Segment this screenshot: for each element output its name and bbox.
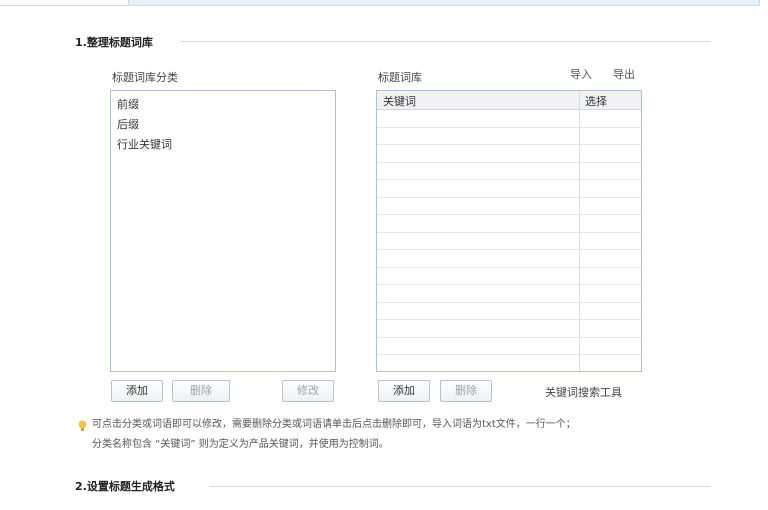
column-header-select[interactable]: 选择: [585, 93, 607, 109]
list-item[interactable]: 前缀: [111, 95, 335, 115]
table-row[interactable]: [377, 161, 641, 163]
tab-active[interactable]: [128, 0, 760, 6]
tab-inactive[interactable]: [0, 0, 128, 6]
table-row[interactable]: [377, 231, 641, 233]
table-row[interactable]: [377, 372, 641, 373]
table-row[interactable]: [377, 319, 641, 320]
section-2-divider: [210, 486, 710, 487]
table-row[interactable]: [377, 126, 641, 128]
keyword-search-tool-link[interactable]: 关键词搜索工具: [545, 384, 622, 400]
category-delete-button[interactable]: 删除: [172, 380, 230, 402]
column-header-keyword[interactable]: 关键词: [383, 93, 416, 109]
section-1-title: 1.整理标题词库: [75, 36, 153, 49]
table-row[interactable]: [377, 249, 641, 250]
category-edit-button[interactable]: 修改: [282, 380, 334, 402]
table-row[interactable]: [377, 144, 641, 145]
keyword-add-button[interactable]: 添加: [378, 380, 430, 402]
category-listbox[interactable]: 前缀 后缀 行业关键词: [110, 90, 336, 372]
grid-header: 关键词 选择: [377, 91, 641, 110]
list-item[interactable]: 后缀: [111, 115, 335, 135]
table-row[interactable]: [377, 301, 641, 303]
table-row[interactable]: [377, 284, 641, 285]
top-tab-strip: [0, 0, 768, 8]
export-link[interactable]: 导出: [613, 66, 635, 82]
lightbulb-icon: [78, 420, 87, 431]
table-row[interactable]: [377, 214, 641, 215]
section-2-title: 2.设置标题生成格式: [75, 480, 175, 493]
table-row[interactable]: [377, 336, 641, 338]
category-list-label: 标题词库分类: [112, 71, 178, 84]
hint-text-line-1: 可点击分类或词语即可以修改，需要删除分类或词语请单击后点击删除即可，导入词语为t…: [92, 419, 576, 430]
keyword-delete-button[interactable]: 删除: [440, 380, 492, 402]
keyword-grid-label: 标题词库: [378, 71, 422, 84]
table-row[interactable]: [377, 266, 641, 268]
table-row[interactable]: [377, 196, 641, 198]
category-add-button[interactable]: 添加: [111, 380, 163, 402]
keyword-grid[interactable]: 关键词 选择: [376, 90, 642, 372]
import-link[interactable]: 导入: [570, 66, 592, 82]
table-row[interactable]: [377, 354, 641, 355]
section-1-divider: [180, 41, 710, 42]
table-row[interactable]: [377, 179, 641, 180]
hint-text-line-2: 分类名称包含 “关键词” 则为定义为产品关键词，并使用为控制词。: [92, 439, 389, 450]
list-item[interactable]: 行业关键词: [111, 135, 335, 155]
